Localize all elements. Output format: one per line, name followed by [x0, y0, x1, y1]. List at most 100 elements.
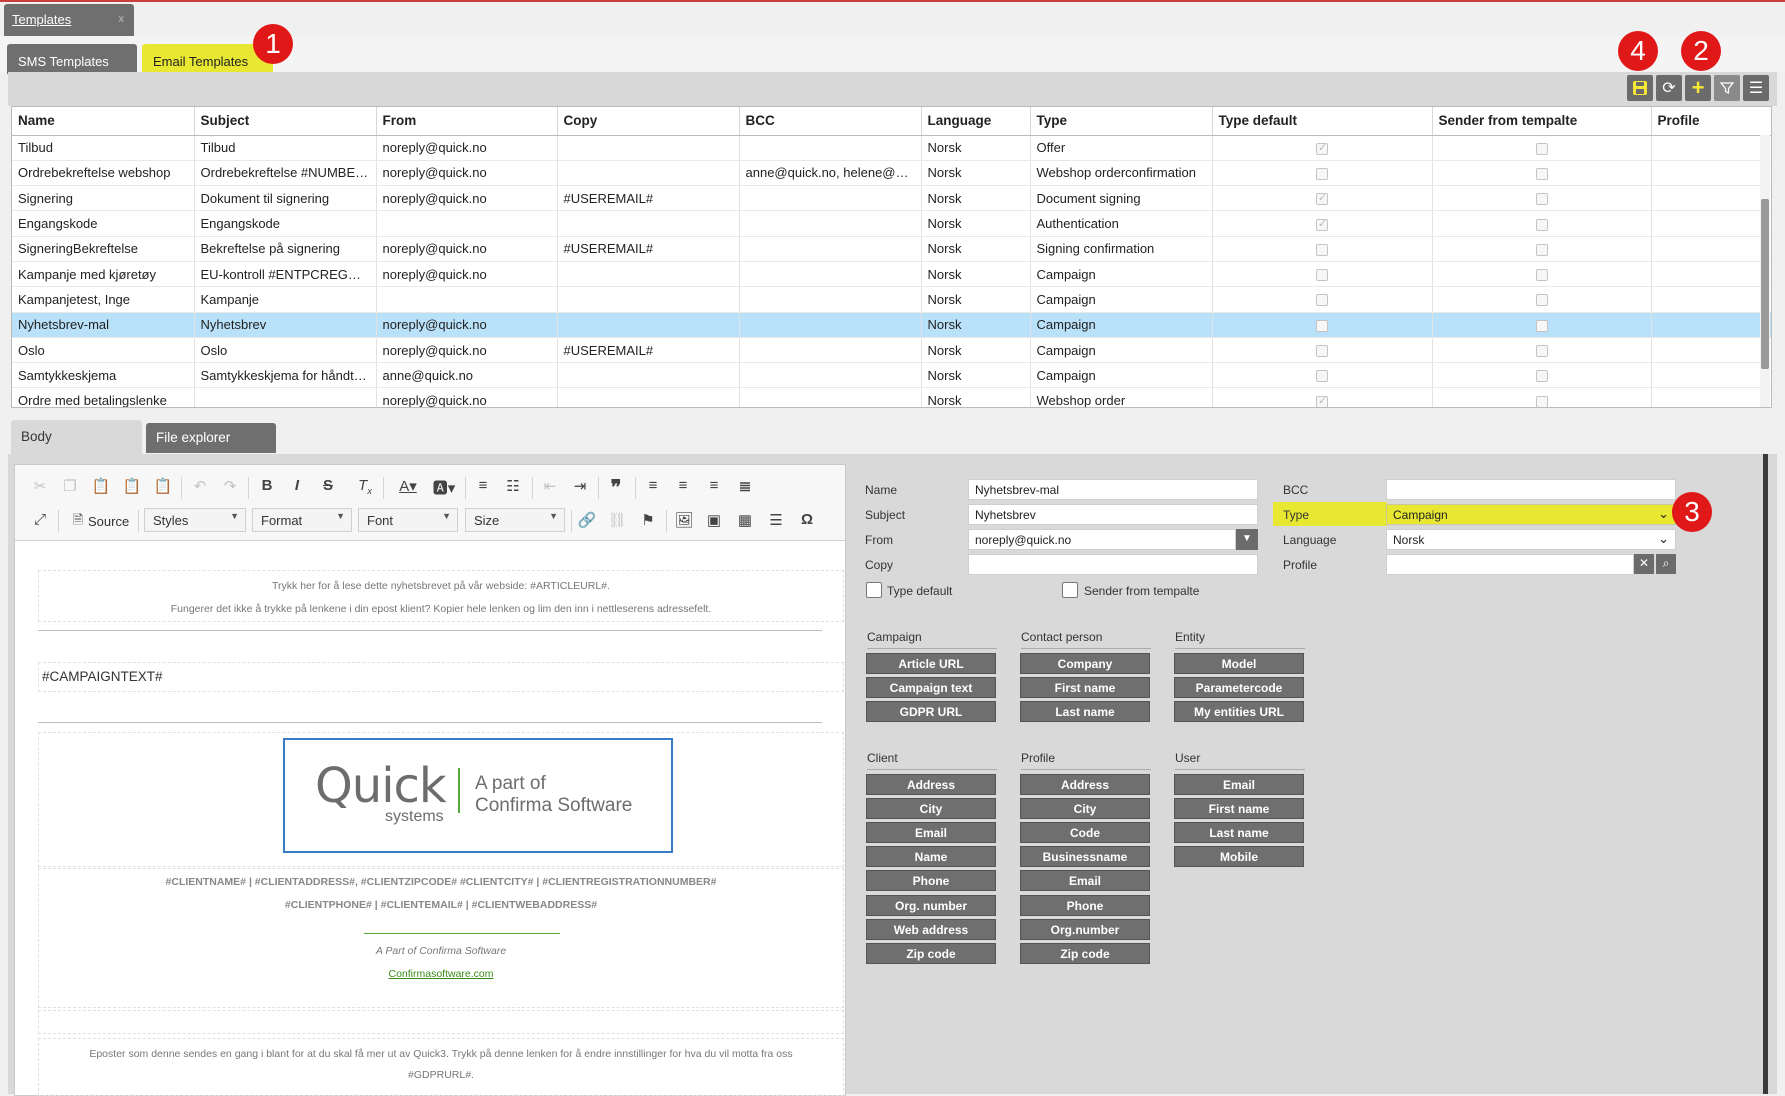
image-icon[interactable]: 🖼: [672, 511, 696, 529]
name-input[interactable]: Nyhetsbrev-mal: [968, 479, 1258, 500]
checkbox[interactable]: [1316, 243, 1328, 256]
merge-field-button[interactable]: Last name: [1020, 701, 1150, 723]
merge-field-button[interactable]: Org. number: [866, 894, 996, 916]
merge-field-button[interactable]: Campaign text: [866, 677, 996, 699]
justify-icon[interactable]: ≣: [733, 477, 757, 495]
checkbox[interactable]: [1316, 294, 1328, 307]
bullet-list-icon[interactable]: ☷: [501, 477, 525, 495]
table-row[interactable]: Signering Dokument til signering noreply@q…: [12, 185, 1771, 212]
checkbox[interactable]: [1316, 319, 1328, 332]
tab-file-explorer[interactable]: File explorer: [146, 423, 276, 453]
checkbox[interactable]: [1535, 243, 1548, 256]
table-row[interactable]: Tilbud Tilbud noreply@quick.no Norsk Offer: [12, 135, 1771, 161]
merge-field-button[interactable]: Email: [1174, 774, 1304, 795]
bcc-input[interactable]: [1386, 479, 1676, 500]
font-select[interactable]: Font ▼: [358, 508, 458, 532]
cut-icon[interactable]: ✂: [28, 477, 52, 495]
confirma-link[interactable]: Confirmasoftware.com: [40, 968, 842, 980]
merge-field-button[interactable]: Parametercode: [1174, 677, 1304, 699]
merge-field-button[interactable]: Last name: [1174, 822, 1304, 844]
bold-icon[interactable]: B: [255, 477, 279, 494]
italic-icon[interactable]: I: [285, 477, 309, 494]
checkbox[interactable]: [1316, 168, 1328, 180]
col-from[interactable]: From: [376, 107, 558, 136]
language-select[interactable]: Norsk ⌄: [1386, 529, 1676, 550]
styles-select[interactable]: Styles ▼: [144, 508, 246, 532]
merge-field-button[interactable]: Phone: [1020, 894, 1150, 916]
merge-field-button[interactable]: Model: [1174, 653, 1304, 674]
table-row[interactable]: SigneringBekreftelse Bekreftelse på signe…: [12, 236, 1771, 262]
grid-scrollbar[interactable]: [1760, 135, 1770, 407]
checkbox[interactable]: [1535, 345, 1548, 358]
save-icon[interactable]: [1627, 75, 1653, 101]
maximize-icon[interactable]: ⤢: [28, 511, 52, 528]
type-select[interactable]: Campaign ⌄: [1386, 504, 1676, 525]
merge-field-button[interactable]: Address: [866, 774, 996, 795]
col-copy[interactable]: Copy: [557, 107, 740, 136]
undo-icon[interactable]: ↶: [188, 477, 212, 495]
merge-field-button[interactable]: Zip code: [866, 942, 996, 964]
checkbox[interactable]: [1316, 269, 1328, 282]
checkbox[interactable]: [1316, 141, 1328, 155]
align-right-icon[interactable]: ≡: [702, 477, 726, 494]
col-profile[interactable]: Profile: [1651, 107, 1771, 136]
merge-field-button[interactable]: City: [866, 798, 996, 820]
from-dropdown-icon[interactable]: ▼: [1236, 529, 1258, 550]
table-row[interactable]: Engangskode Engangskode Norsk Authenticatio…: [12, 210, 1771, 237]
special-char-icon[interactable]: Ω: [795, 511, 819, 528]
checkbox[interactable]: [1535, 319, 1548, 332]
strike-icon[interactable]: S: [316, 477, 340, 494]
merge-field-button[interactable]: Email: [866, 822, 996, 844]
sender-checkbox[interactable]: [1062, 582, 1078, 598]
copy-icon[interactable]: ❐: [58, 477, 82, 495]
size-select[interactable]: Size ▼: [465, 508, 565, 532]
numbered-list-icon[interactable]: ≡: [471, 477, 495, 494]
checkbox[interactable]: [1316, 394, 1328, 407]
col-language[interactable]: Language: [921, 107, 1031, 136]
table-row[interactable]: Ordrebekreftelse webshop Ordrebekreftelse…: [12, 160, 1771, 187]
checkbox[interactable]: [1535, 269, 1548, 282]
remove-format-icon[interactable]: Tx: [353, 477, 377, 496]
merge-field-button[interactable]: My entities URL: [1174, 701, 1304, 723]
panel-scrollbar[interactable]: [1763, 454, 1768, 1094]
table-row[interactable]: Oslo Oslo noreply@quick.no #USEREMAIL# Norsk…: [12, 337, 1771, 364]
checkbox[interactable]: [1535, 168, 1548, 180]
merge-field-button[interactable]: Email: [1020, 870, 1150, 892]
type-default-checkbox[interactable]: [866, 582, 882, 598]
subject-input[interactable]: Nyhetsbrev: [968, 504, 1258, 525]
checkbox[interactable]: [1316, 217, 1328, 231]
from-input[interactable]: noreply@quick.no: [968, 529, 1236, 550]
refresh-icon[interactable]: ⟳: [1656, 75, 1682, 101]
window-tab-templates[interactable]: Templates x: [4, 4, 134, 36]
bg-color-icon[interactable]: 🅰▾: [428, 477, 460, 498]
table-row[interactable]: Nyhetsbrev-mal Nyhetsbrev noreply@quick.no…: [12, 312, 1771, 338]
indent-icon[interactable]: ⇥: [568, 477, 592, 495]
table-icon[interactable]: ▦: [733, 511, 757, 529]
paste-icon[interactable]: 📋: [89, 477, 113, 495]
merge-field-button[interactable]: Phone: [866, 870, 996, 892]
close-icon[interactable]: x: [119, 13, 125, 25]
checkbox[interactable]: [1535, 193, 1548, 206]
col-sender[interactable]: Sender from tempalte: [1432, 107, 1652, 136]
checkbox[interactable]: [1535, 294, 1548, 307]
source-icon[interactable]: 🗎: [66, 511, 90, 533]
col-subject[interactable]: Subject: [194, 107, 377, 136]
checkbox[interactable]: [1535, 142, 1548, 155]
merge-field-button[interactable]: Code: [1020, 822, 1150, 844]
table-row[interactable]: Kampanjetest, Inge Kampanje Norsk Campaign: [12, 286, 1771, 313]
merge-field-button[interactable]: Name: [866, 846, 996, 868]
source-button[interactable]: Source: [88, 514, 129, 529]
horizontal-rule-icon[interactable]: ☰: [764, 511, 788, 529]
align-center-icon[interactable]: ≡: [671, 477, 695, 494]
checkbox[interactable]: [1316, 345, 1328, 358]
merge-field-button[interactable]: City: [1020, 798, 1150, 820]
paste-word-icon[interactable]: 📋: [151, 477, 175, 495]
profile-input[interactable]: [1386, 554, 1634, 575]
merge-field-button[interactable]: Address: [1020, 774, 1150, 795]
merge-field-button[interactable]: GDPR URL: [866, 701, 996, 723]
merge-field-button[interactable]: Zip code: [1020, 942, 1150, 964]
checkbox[interactable]: [1316, 191, 1328, 206]
checkbox[interactable]: [1535, 218, 1548, 231]
merge-field-button[interactable]: Company: [1020, 653, 1150, 674]
checkbox[interactable]: [1535, 395, 1548, 407]
